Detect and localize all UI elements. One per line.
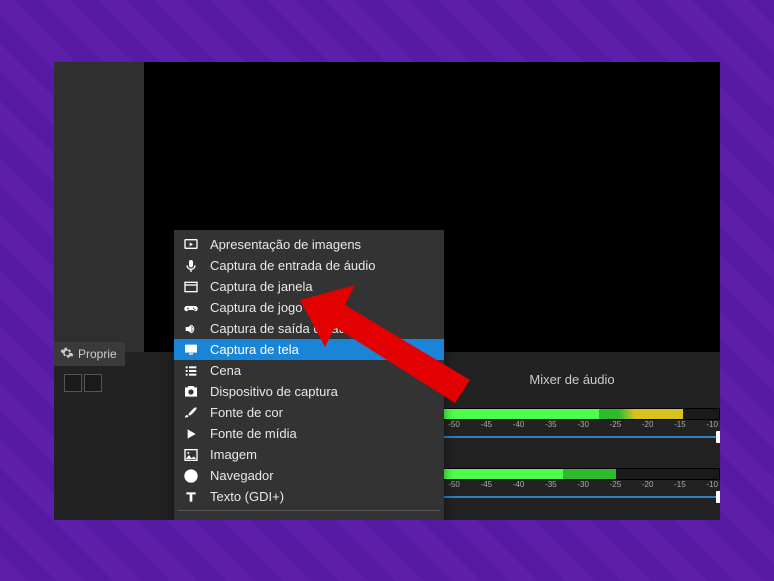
gear-icon	[60, 346, 74, 363]
menu-item[interactable]: Captura de jogo	[174, 297, 444, 318]
audio-meter	[414, 408, 720, 420]
menu-item[interactable]: Cena	[174, 360, 444, 381]
menu-item-label: Navegador	[210, 468, 274, 483]
menu-item-label: Apresentação de imagens	[210, 237, 361, 252]
panel-buttons	[64, 374, 102, 392]
slideshow-icon	[182, 237, 200, 253]
menu-item-label: Captura de tela	[210, 342, 299, 357]
play-icon	[182, 426, 200, 442]
image-icon	[182, 447, 200, 463]
menu-item-label: Grupo	[210, 517, 246, 520]
panel-btn[interactable]	[64, 374, 82, 392]
menu-item-label: Captura de entrada de áudio	[210, 258, 376, 273]
menu-item-label: Cena	[210, 363, 241, 378]
menu-item[interactable]: Captura de entrada de áudio	[174, 255, 444, 276]
menu-item[interactable]: Navegador	[174, 465, 444, 486]
mixer-track: .desktop -55-50-45-40-35-30-25-20-15-10	[414, 394, 720, 438]
menu-separator	[178, 510, 440, 511]
menu-item[interactable]: Fonte de mídia	[174, 423, 444, 444]
menu-item-label: Fonte de cor	[210, 405, 283, 420]
volume-slider[interactable]	[414, 434, 720, 440]
menu-item-label: Captura de jogo	[210, 300, 303, 315]
gamepad-icon	[182, 300, 200, 316]
monitor-icon	[182, 342, 200, 358]
meter-ticks: -55-50-45-40-35-30-25-20-15-10	[414, 480, 720, 490]
menu-item[interactable]: Captura de saída de áudio	[174, 318, 444, 339]
list-icon	[182, 363, 200, 379]
menu-item-label: Fonte de mídia	[210, 426, 297, 441]
mixer-track: /Aux -55-50-45-40-35-30-25-20-15-10	[414, 454, 720, 498]
microphone-icon	[182, 258, 200, 274]
brush-icon	[182, 405, 200, 421]
menu-item[interactable]: Captura de tela	[174, 339, 444, 360]
mixer-title: Mixer de áudio	[424, 372, 720, 387]
add-source-context-menu: Apresentação de imagens Captura de entrad…	[174, 230, 444, 520]
window-icon	[182, 279, 200, 295]
speaker-icon	[182, 321, 200, 337]
menu-item-label: Dispositivo de captura	[210, 384, 338, 399]
menu-item[interactable]: Texto (GDI+)	[174, 486, 444, 507]
folder-icon	[182, 517, 200, 521]
menu-item-label: Imagem	[210, 447, 257, 462]
volume-slider[interactable]	[414, 494, 720, 500]
menu-item[interactable]: Captura de janela	[174, 276, 444, 297]
obs-app-frame: Proprie Mixer de áudio .desktop -55-50-4…	[54, 62, 720, 520]
globe-icon	[182, 468, 200, 484]
menu-item-label: Captura de janela	[210, 279, 313, 294]
properties-tab[interactable]: Proprie	[54, 342, 125, 366]
camera-icon	[182, 384, 200, 400]
properties-tab-label: Proprie	[78, 347, 117, 361]
menu-item-label: Texto (GDI+)	[210, 489, 284, 504]
meter-ticks: -55-50-45-40-35-30-25-20-15-10	[414, 420, 720, 430]
left-panel	[54, 62, 144, 352]
menu-item[interactable]: Imagem	[174, 444, 444, 465]
text-icon	[182, 489, 200, 505]
panel-btn[interactable]	[84, 374, 102, 392]
menu-item-label: Captura de saída de áudio	[210, 321, 363, 336]
menu-item[interactable]: Fonte de cor	[174, 402, 444, 423]
menu-item[interactable]: Grupo	[174, 514, 444, 520]
menu-item[interactable]: Dispositivo de captura	[174, 381, 444, 402]
audio-meter	[414, 468, 720, 480]
menu-item[interactable]: Apresentação de imagens	[174, 234, 444, 255]
